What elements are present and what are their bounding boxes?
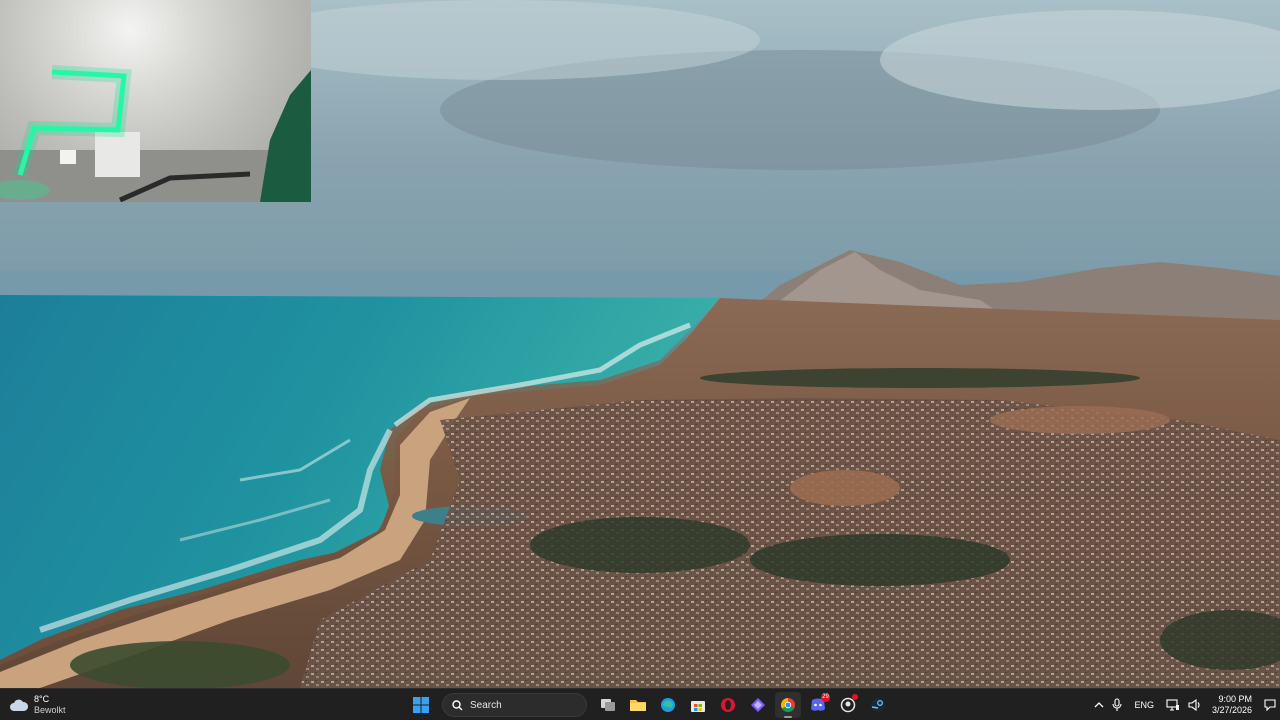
chrome-icon <box>781 698 795 712</box>
webcam-feed <box>0 65 311 202</box>
taskbar: 8°C Bewolkt Search 29 ENG 9:00 PM 3/27/2… <box>0 688 1280 720</box>
search-icon <box>452 699 463 710</box>
notification-icon <box>1264 699 1276 711</box>
webcam-overlay <box>0 0 311 202</box>
discord-button[interactable]: 29 <box>805 692 831 718</box>
github-notification-dot <box>852 694 858 700</box>
cloud-icon <box>10 699 28 711</box>
edge-button[interactable] <box>655 692 681 718</box>
network-button[interactable] <box>1162 692 1184 718</box>
show-hidden-icons-button[interactable] <box>1090 692 1108 718</box>
opera-button[interactable] <box>715 692 741 718</box>
clock[interactable]: 9:00 PM 3/27/2026 <box>1206 694 1260 716</box>
taskbar-apps: Search 29 <box>408 692 891 718</box>
weather-temperature: 8°C <box>34 694 50 704</box>
steam-button[interactable] <box>865 692 891 718</box>
store-icon <box>691 701 705 712</box>
task-view-icon <box>601 699 615 711</box>
system-tray: ENG 9:00 PM 3/27/2026 <box>1090 692 1280 718</box>
search-box[interactable]: Search <box>442 693 587 717</box>
language-indicator[interactable]: ENG <box>1126 692 1162 718</box>
weather-condition: Bewolkt <box>34 705 66 715</box>
discord-badge: 29 <box>821 693 830 702</box>
opera-icon <box>721 698 735 712</box>
network-icon <box>1166 699 1179 711</box>
microphone-icon <box>1112 698 1122 711</box>
clock-date: 3/27/2026 <box>1211 705 1252 715</box>
clock-time: 9:00 PM <box>1218 694 1252 704</box>
purple-app-button[interactable] <box>745 692 771 718</box>
microphone-button[interactable] <box>1108 692 1126 718</box>
steam-icon <box>871 698 885 712</box>
edge-icon <box>661 698 675 712</box>
folder-icon <box>630 700 646 711</box>
weather-widget[interactable]: 8°C Bewolkt <box>10 692 66 718</box>
store-button[interactable] <box>685 692 711 718</box>
task-view-button[interactable] <box>595 692 621 718</box>
volume-button[interactable] <box>1184 692 1206 718</box>
start-button[interactable] <box>408 692 434 718</box>
search-label: Search <box>470 699 502 711</box>
notifications-button[interactable] <box>1260 692 1280 718</box>
chevron-up-icon <box>1094 702 1104 708</box>
purple-app-icon <box>751 698 765 712</box>
windows-start-icon <box>413 697 429 713</box>
file-explorer-button[interactable] <box>625 692 651 718</box>
github-button[interactable] <box>835 692 861 718</box>
chrome-button[interactable] <box>775 692 801 718</box>
speaker-icon <box>1188 699 1200 711</box>
